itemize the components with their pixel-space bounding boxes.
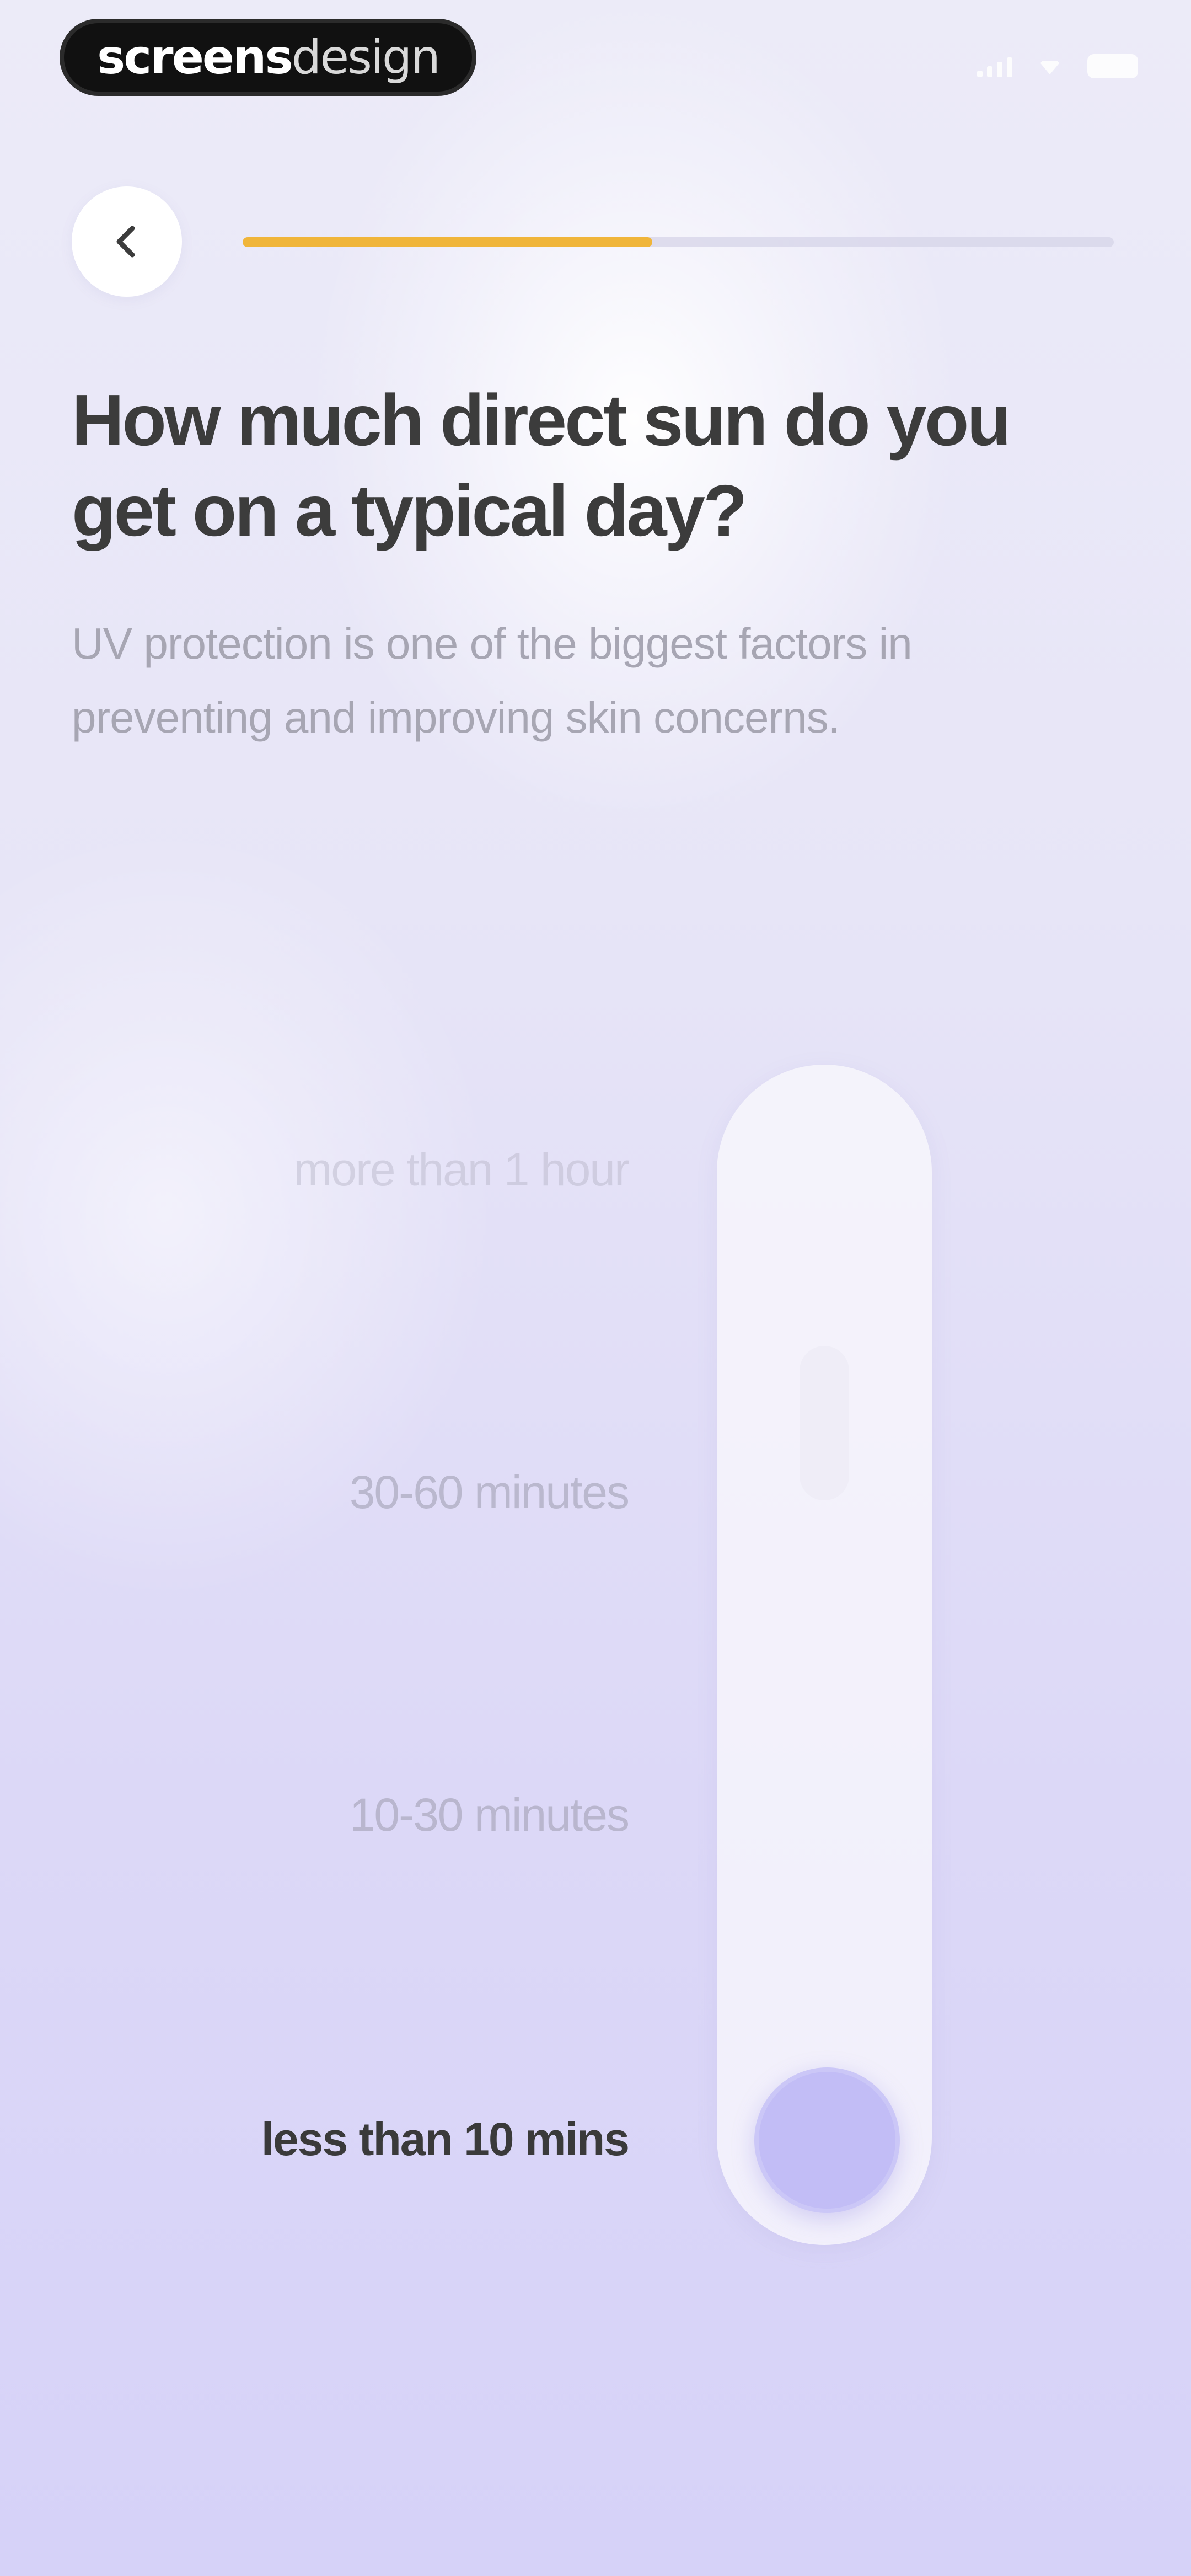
chevron-left-icon (116, 226, 135, 258)
brand-text-light: design (291, 30, 441, 85)
progress-bar-fill (243, 237, 652, 247)
battery-icon (1087, 54, 1138, 78)
signal-icon (977, 55, 1012, 77)
slider-track-highlight (800, 1346, 849, 1500)
slider-option-10-30-minutes[interactable]: 10-30 minutes (350, 1787, 630, 1842)
page-subtitle: UV protection is one of the biggest fact… (72, 619, 913, 742)
screen: screens design How much direct sun do you… (0, 0, 1191, 2576)
wifi-icon (1039, 61, 1061, 74)
status-icons (977, 54, 1138, 78)
back-button[interactable] (72, 186, 182, 297)
page-title: How much direct sun do you get on a typi… (72, 380, 1011, 551)
slider-thumb[interactable] (754, 2067, 900, 2213)
slider-option-30-60-minutes[interactable]: 30-60 minutes (350, 1465, 630, 1520)
brand-text-bold: screens (97, 30, 293, 85)
progress-bar (243, 237, 1114, 247)
brand-watermark: screens design (60, 19, 476, 96)
slider-option-more-than-1-hour[interactable]: more than 1 hour (293, 1142, 630, 1197)
slider-option-less-than-10-mins[interactable]: less than 10 mins (261, 2112, 630, 2167)
